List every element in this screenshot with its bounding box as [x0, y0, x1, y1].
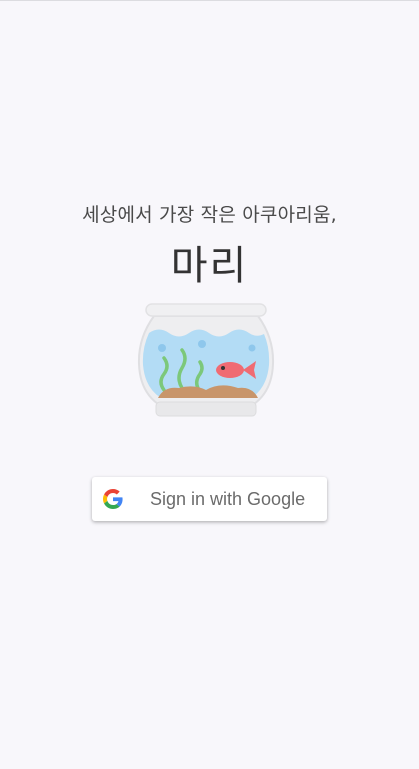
google-sign-in-button[interactable]: Sign in with Google: [92, 477, 327, 521]
tagline: 세상에서 가장 작은 아쿠아리움,: [82, 204, 337, 226]
google-icon: [103, 489, 123, 509]
app-title: 마리: [170, 243, 249, 289]
google-sign-in-label: Sign in with Google: [150, 489, 306, 509]
fishbowl-icon: [137, 303, 275, 417]
top-divider: [0, 0, 419, 1]
